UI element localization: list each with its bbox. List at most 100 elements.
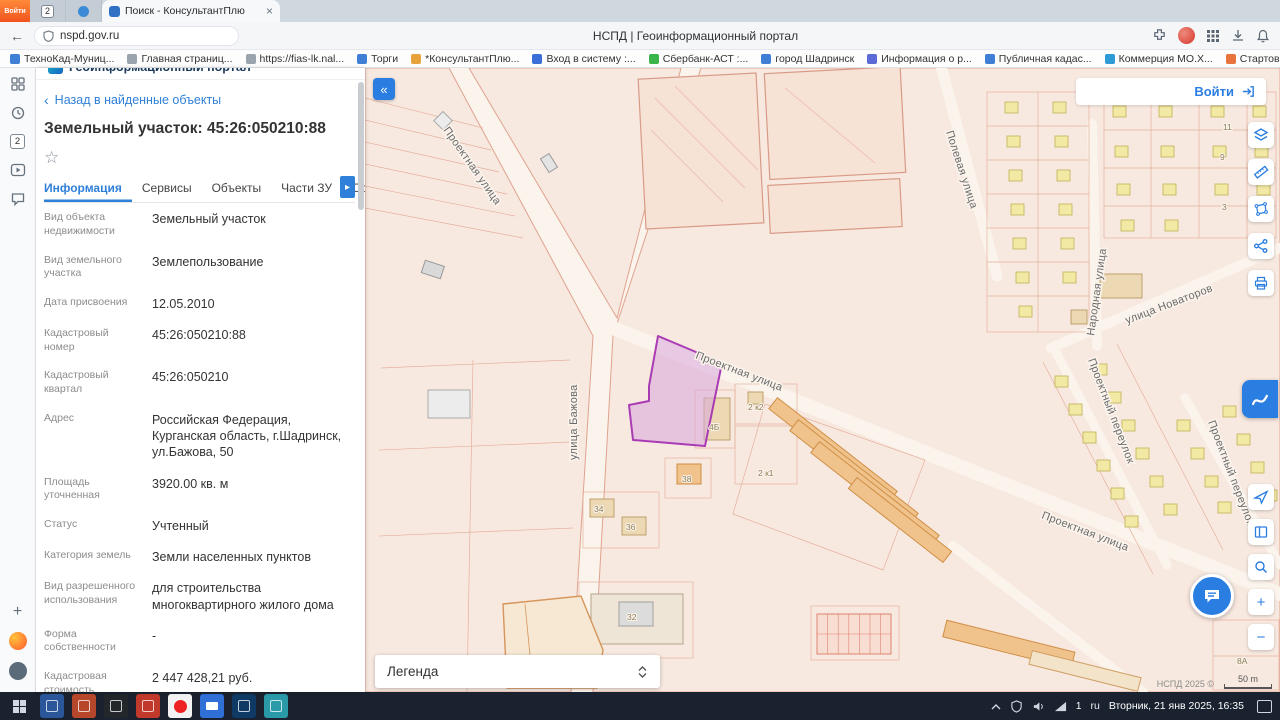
legend-label: Легенда (387, 664, 439, 679)
tray-chevron-icon[interactable] (991, 703, 1001, 710)
legend-expand-icon (638, 665, 647, 678)
bookmark-item[interactable]: https://fias-lk.nal... (245, 53, 344, 65)
video-play-icon[interactable] (10, 162, 26, 178)
zoom-out-button[interactable]: − (1248, 624, 1274, 650)
bookmark-item[interactable]: город Шадринск (761, 53, 854, 65)
downloads-icon[interactable] (1231, 29, 1245, 43)
bookmark-item[interactable]: Главная страниц... (127, 53, 233, 65)
bookmark-item[interactable]: Информация о р... (867, 53, 972, 65)
taskbar-app-8[interactable] (264, 694, 288, 718)
field-label: Адрес (44, 411, 75, 424)
bookmark-favicon (245, 53, 256, 64)
bookmark-item[interactable]: *КонсультантПлю... (411, 53, 519, 65)
tab-servisy[interactable]: Сервисы (132, 174, 202, 202)
street-label: улица Бажова (568, 384, 580, 460)
start-button[interactable] (4, 692, 34, 720)
bookmark-label: Торги (371, 52, 399, 65)
field-row: Кадастровый номер 45:26:050210:88 (44, 319, 355, 361)
toolbar-icons (1152, 27, 1270, 44)
field-value: для строительства многоквартирного жилог… (152, 581, 334, 612)
shield-icon[interactable] (1010, 699, 1023, 713)
browser-profile-button[interactable]: Войти (0, 0, 30, 22)
bookmark-favicon (10, 53, 20, 64)
taskbar-app-4[interactable] (136, 694, 160, 718)
house-number: 32 (627, 612, 637, 622)
field-value: - (152, 628, 157, 643)
pinned-tab-counter[interactable]: 2 (30, 0, 66, 22)
measure-area-button[interactable] (1248, 196, 1274, 222)
legend-bar[interactable]: Легенда (375, 655, 660, 688)
close-tab-icon[interactable]: × (266, 5, 273, 17)
panel-scrollbar[interactable] (358, 82, 364, 210)
layers-button[interactable] (1248, 122, 1274, 148)
apps-grid-icon[interactable] (1206, 29, 1220, 43)
field-row: Кадастровая стоимость 2 447 428,21 руб. (44, 662, 355, 692)
tab-chasti-zu[interactable]: Части ЗУ (271, 174, 342, 202)
page-title: НСПД | Геоинформационный портал (592, 28, 799, 43)
active-tab[interactable]: Поиск - КонсультантПлю × (102, 0, 280, 22)
bookmark-item[interactable]: Коммерция МО.Х... (1104, 53, 1213, 65)
map-container[interactable]: Проектная улица улица Бажова Проектная у… (365, 68, 1280, 692)
collapse-panel-button[interactable]: « (373, 78, 395, 100)
bookmark-item[interactable]: Торги (357, 53, 398, 65)
bookmark-item[interactable]: ТехноКад-Муниц... (10, 53, 114, 65)
chat-bubble-icon[interactable] (10, 191, 26, 207)
action-center-icon[interactable] (1257, 699, 1272, 713)
pinned-tab[interactable] (66, 0, 102, 22)
back-to-results-link[interactable]: ‹ Назад в найденные объекты (44, 80, 355, 109)
field-row: Площадь уточненная 3920.00 кв. м (44, 468, 355, 510)
taskbar-app-7[interactable] (232, 694, 256, 718)
tab-obekty[interactable]: Объекты (202, 174, 272, 202)
field-label: Вид разрешенного использования (44, 580, 136, 606)
locate-button[interactable] (1248, 484, 1274, 510)
address-bar[interactable]: nspd.gov.ru (34, 25, 239, 46)
extensions-icon[interactable] (1152, 28, 1167, 43)
print-button[interactable] (1248, 270, 1274, 296)
field-value: Землепользование (152, 254, 264, 269)
search-area-button[interactable] (1248, 554, 1274, 580)
windows-taskbar: 1 ru Вторник, 21 янв 2025, 16:35 (0, 692, 1280, 720)
panel-tabs: Информация Сервисы Объекты Части ЗУ Сост… (44, 174, 365, 204)
cadastral-map[interactable]: Проектная улица улица Бажова Проектная у… (365, 68, 1280, 692)
tab-count-badge: 2 (41, 4, 54, 18)
services-tiles-icon[interactable] (10, 76, 26, 92)
taskbar-app-2[interactable] (72, 694, 96, 718)
taskbar-app-word[interactable] (40, 694, 64, 718)
share-button[interactable] (1248, 233, 1274, 259)
house-number: 34 (594, 504, 604, 514)
house-number: 3 (1222, 202, 1227, 212)
history-clock-icon[interactable] (10, 105, 26, 121)
back-button[interactable]: ← (10, 28, 24, 44)
profile-avatar[interactable] (1178, 27, 1195, 44)
add-panel-icon[interactable]: + (13, 604, 22, 620)
bookmarks-bar: ТехноКад-Муниц... Главная страниц... htt… (0, 50, 1280, 68)
field-label: Форма собственности (44, 627, 116, 654)
chat-button[interactable] (1190, 574, 1234, 618)
favorite-star-icon[interactable]: ☆ (44, 142, 355, 170)
system-tray: 1 ru Вторник, 21 янв 2025, 16:35 (991, 699, 1276, 713)
network-icon[interactable] (1054, 700, 1067, 713)
login-bar[interactable]: Войти (1076, 78, 1266, 105)
bookmark-item[interactable]: Стартовая стран... (1225, 53, 1280, 65)
speaker-icon[interactable] (1032, 700, 1045, 713)
ruler-button[interactable] (1248, 159, 1274, 185)
taskbar-app-3[interactable] (104, 694, 128, 718)
house-number: 4Б (709, 422, 720, 432)
draw-tool-button-active[interactable] (1242, 380, 1278, 418)
taskbar-app-yandex-browser[interactable] (168, 694, 192, 718)
zoom-in-button[interactable]: + (1248, 589, 1274, 615)
field-label: Кадастровый квартал (44, 369, 109, 396)
tabs-counter-badge[interactable]: 2 (10, 134, 25, 149)
taskbar-app-mail[interactable] (200, 694, 224, 718)
tabs-scroll-right-button[interactable]: ▸ (340, 176, 355, 199)
language-indicator[interactable]: ru (1090, 700, 1099, 712)
panels-button[interactable] (1248, 519, 1274, 545)
bookmark-item[interactable]: Сбербанк-АСТ :... (648, 53, 748, 65)
bookmark-item[interactable]: Публичная кадас... (984, 53, 1092, 65)
assistant-icon[interactable] (8, 632, 27, 650)
clock-datetime[interactable]: Вторник, 21 янв 2025, 16:35 (1109, 700, 1244, 712)
notifications-bell-icon[interactable] (1256, 29, 1270, 43)
bookmark-item[interactable]: Вход в систему :... (532, 53, 636, 65)
tab-informatsiya[interactable]: Информация (44, 174, 132, 202)
profile-circle-icon[interactable] (8, 662, 27, 680)
